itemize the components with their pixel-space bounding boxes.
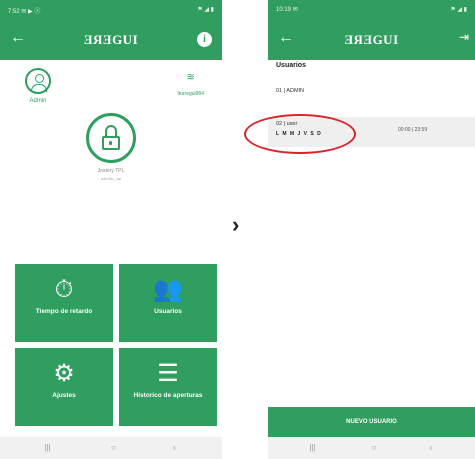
- section-title: Usuarios: [276, 62, 306, 69]
- status-left: 7:52 ✉ ▶ ⓢ: [8, 9, 41, 15]
- system-back-icon[interactable]: ‹: [429, 443, 432, 452]
- chevron-right-icon: ›: [232, 212, 240, 237]
- new-user-button[interactable]: NUEVO USUARIO: [268, 407, 475, 437]
- status-right: ⚑ ◢ ▮: [450, 7, 467, 13]
- recent-apps-icon[interactable]: |||: [309, 443, 315, 452]
- brand-logo: ƎЯƎGUI: [83, 32, 139, 47]
- app-bar: ← ƎЯƎGUI ⇥: [268, 20, 475, 60]
- tile-label: Ajustes: [52, 392, 76, 399]
- device-info: Jostery TPL a4e5dc_aa: [0, 168, 222, 181]
- device-name: Jostery TPL: [97, 168, 125, 174]
- tile-label: Tiempo de retardo: [35, 308, 93, 315]
- user-name: 01 | ADMIN: [276, 88, 305, 94]
- timer-card-icon: ⏱: [54, 276, 74, 303]
- highlight-circle: [244, 114, 356, 154]
- logout-icon[interactable]: ⇥: [459, 30, 469, 44]
- system-nav-bar: ||| ○ ‹: [0, 437, 222, 459]
- user-schedule: 00:00 | 23:59: [398, 127, 428, 133]
- phone-screen-home: 7:52 ✉ ▶ ⓢ ⚑ ◢ ▮ ← ƎЯƎGUI i Admin ≋ Itur…: [0, 0, 222, 459]
- tile-settings[interactable]: ⚙ Ajustes: [15, 348, 113, 426]
- app-bar: ← ƎЯƎGUI i: [0, 20, 222, 60]
- user-row-admin[interactable]: 01 | ADMIN: [268, 84, 475, 104]
- profile[interactable]: Admin: [18, 68, 58, 104]
- tile-delay[interactable]: ⏱ Tiempo de retardo: [15, 264, 113, 342]
- list-icon: ☰: [157, 360, 179, 387]
- info-icon[interactable]: i: [197, 32, 212, 47]
- padlock-open-icon: [102, 136, 120, 150]
- wifi-name: Iturregui984: [177, 91, 204, 97]
- tile-history[interactable]: ☰ Historico de aperturas: [119, 348, 217, 426]
- brand-logo: ƎЯƎGUI: [344, 32, 399, 47]
- status-bar: 7:52 ✉ ▶ ⓢ ⚑ ◢ ▮: [0, 0, 222, 20]
- status-right: ⚑ ◢ ▮: [197, 7, 214, 13]
- users-icon: 👥: [153, 276, 183, 303]
- avatar-icon: [25, 68, 51, 94]
- home-icon[interactable]: ○: [111, 443, 116, 452]
- profile-name: Admin: [29, 98, 47, 104]
- recent-apps-icon[interactable]: |||: [44, 443, 50, 452]
- status-left: 10:19 ✉: [276, 7, 298, 13]
- wifi-status: ≋ Iturregui984: [177, 72, 204, 97]
- wifi-icon: ≋: [186, 72, 195, 83]
- phone-screen-users: 10:19 ✉ ⚑ ◢ ▮ ← ƎЯƎGUI ⇥ Usuarios 01 | A…: [268, 0, 475, 459]
- tile-label: Historico de aperturas: [133, 392, 203, 399]
- status-bar: 10:19 ✉ ⚑ ◢ ▮: [268, 0, 475, 20]
- gear-icon: ⚙: [53, 360, 75, 387]
- home-icon[interactable]: ○: [372, 443, 377, 452]
- system-back-icon[interactable]: ‹: [173, 443, 176, 452]
- system-nav-bar: ||| ○ ‹: [268, 437, 475, 459]
- device-sub: a4e5dc_aa: [101, 176, 121, 181]
- tile-label: Usuarios: [154, 308, 182, 315]
- tile-users[interactable]: 👥 Usuarios: [119, 264, 217, 342]
- unlock-button[interactable]: [86, 113, 136, 163]
